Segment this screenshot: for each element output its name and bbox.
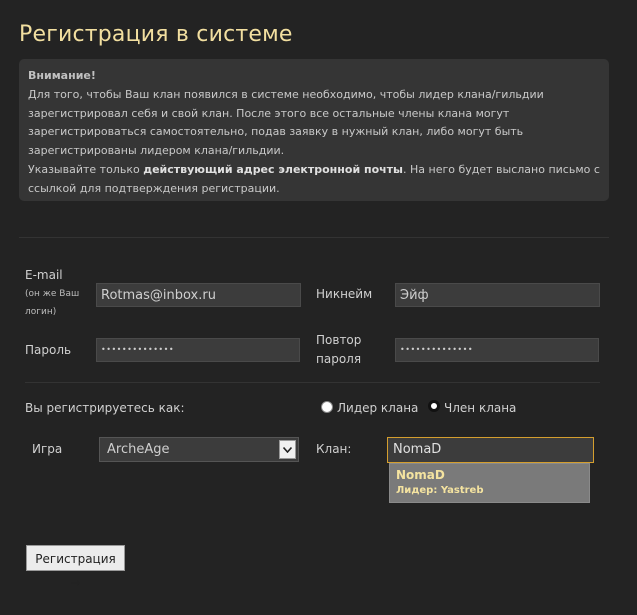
radio-leader-label[interactable]: Лидер клана <box>337 401 418 415</box>
notice-p2-start: Указывайте только <box>28 162 144 176</box>
clan-label: Клан: <box>316 442 352 456</box>
game-select[interactable]: ArcheAge <box>99 437 299 462</box>
chevron-down-icon[interactable] <box>279 440 296 459</box>
password-label: Пароль <box>25 343 72 357</box>
email-sublabel-2: логин) <box>25 307 57 317</box>
register-as-label: Вы регистрируетесь как: <box>25 401 185 415</box>
repeat-password-label-1: Повтор <box>316 333 362 347</box>
radio-member-label[interactable]: Член клана <box>444 401 516 415</box>
email-field[interactable] <box>96 283 301 307</box>
notice-paragraph-1: Для того, чтобы Ваш клан появился в сист… <box>28 87 544 158</box>
repeat-password-label-2: пароля <box>316 352 362 366</box>
clan-suggestion[interactable]: NomaD Лидер: Yastreb <box>389 463 590 503</box>
divider-top <box>19 237 609 238</box>
notice-box: Внимание! Для того, чтобы Ваш клан появи… <box>19 59 609 201</box>
suggestion-leader: Лидер: Yastreb <box>396 483 583 499</box>
email-sublabel-1: (он же Ваш <box>25 289 80 299</box>
email-label: E-mail <box>25 268 63 282</box>
divider-middle <box>25 382 600 383</box>
register-button[interactable]: Регистрация → <box>26 545 125 590</box>
radio-leader[interactable] <box>321 401 333 413</box>
nickname-label: Никнейм <box>316 287 373 301</box>
page-title: Регистрация в системе <box>19 22 293 47</box>
game-select-value: ArcheAge <box>107 442 170 457</box>
radio-member[interactable] <box>428 400 440 412</box>
repeat-password-field[interactable]: •••••••••••••• <box>395 338 599 362</box>
password-field[interactable]: •••••••••••••• <box>96 338 300 362</box>
suggestion-leader-name: Yastreb <box>440 485 484 496</box>
notice-p2-bold: действующий адрес электронной почты <box>143 162 404 176</box>
clan-input[interactable]: NomaD <box>387 437 594 463</box>
suggestion-clan-name: NomaD <box>396 468 445 482</box>
nickname-field[interactable] <box>395 283 600 307</box>
notice-paragraph-2: Указывайте только действующий адрес элек… <box>28 161 600 199</box>
game-label: Игра <box>32 442 63 456</box>
notice-heading: Внимание! <box>28 69 96 82</box>
suggestion-leader-prefix: Лидер: <box>396 485 441 496</box>
